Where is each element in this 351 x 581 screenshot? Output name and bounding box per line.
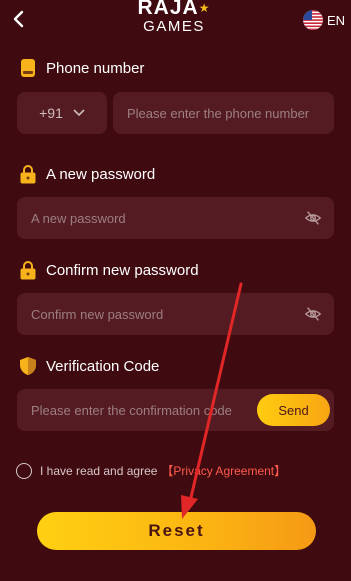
header: RAJA★ GAMES EN	[0, 0, 351, 42]
agreement-row: I have read and agree 【Privacy Agreement…	[16, 462, 286, 479]
chevron-down-icon	[73, 109, 85, 117]
agreement-checkbox[interactable]	[16, 462, 32, 479]
phone-input[interactable]	[125, 104, 322, 122]
confirm-password-input[interactable]	[29, 305, 304, 323]
confirm-password-label: Confirm new password	[18, 260, 199, 280]
phone-field	[113, 92, 334, 134]
phone-icon	[21, 59, 35, 77]
star-icon: ★	[198, 1, 211, 15]
verification-field: Send	[17, 389, 334, 431]
privacy-agreement-link[interactable]: 【Privacy Agreement】	[161, 462, 286, 479]
verification-code-input[interactable]	[29, 401, 250, 419]
new-password-label: A new password	[18, 164, 155, 184]
raja-games-logo: RAJA★ GAMES	[137, 0, 211, 35]
lock-icon	[20, 165, 36, 184]
language-selector[interactable]: EN	[302, 10, 345, 30]
lock-icon	[20, 261, 36, 280]
annotation-arrow	[181, 282, 243, 519]
back-arrow-icon[interactable]	[10, 8, 28, 30]
reset-button[interactable]: Reset	[37, 512, 316, 550]
eye-off-icon[interactable]	[304, 305, 322, 323]
new-password-field	[17, 197, 334, 239]
country-code-select[interactable]: +91	[17, 92, 107, 134]
language-code: EN	[326, 12, 345, 28]
phone-label: Phone number	[18, 58, 144, 78]
new-password-input[interactable]	[29, 209, 304, 227]
shield-icon	[20, 357, 36, 375]
confirm-password-field	[17, 293, 334, 335]
send-code-button[interactable]: Send	[257, 394, 330, 426]
us-flag-icon	[302, 10, 323, 30]
verification-label: Verification Code	[18, 356, 159, 376]
eye-off-icon[interactable]	[304, 209, 322, 227]
